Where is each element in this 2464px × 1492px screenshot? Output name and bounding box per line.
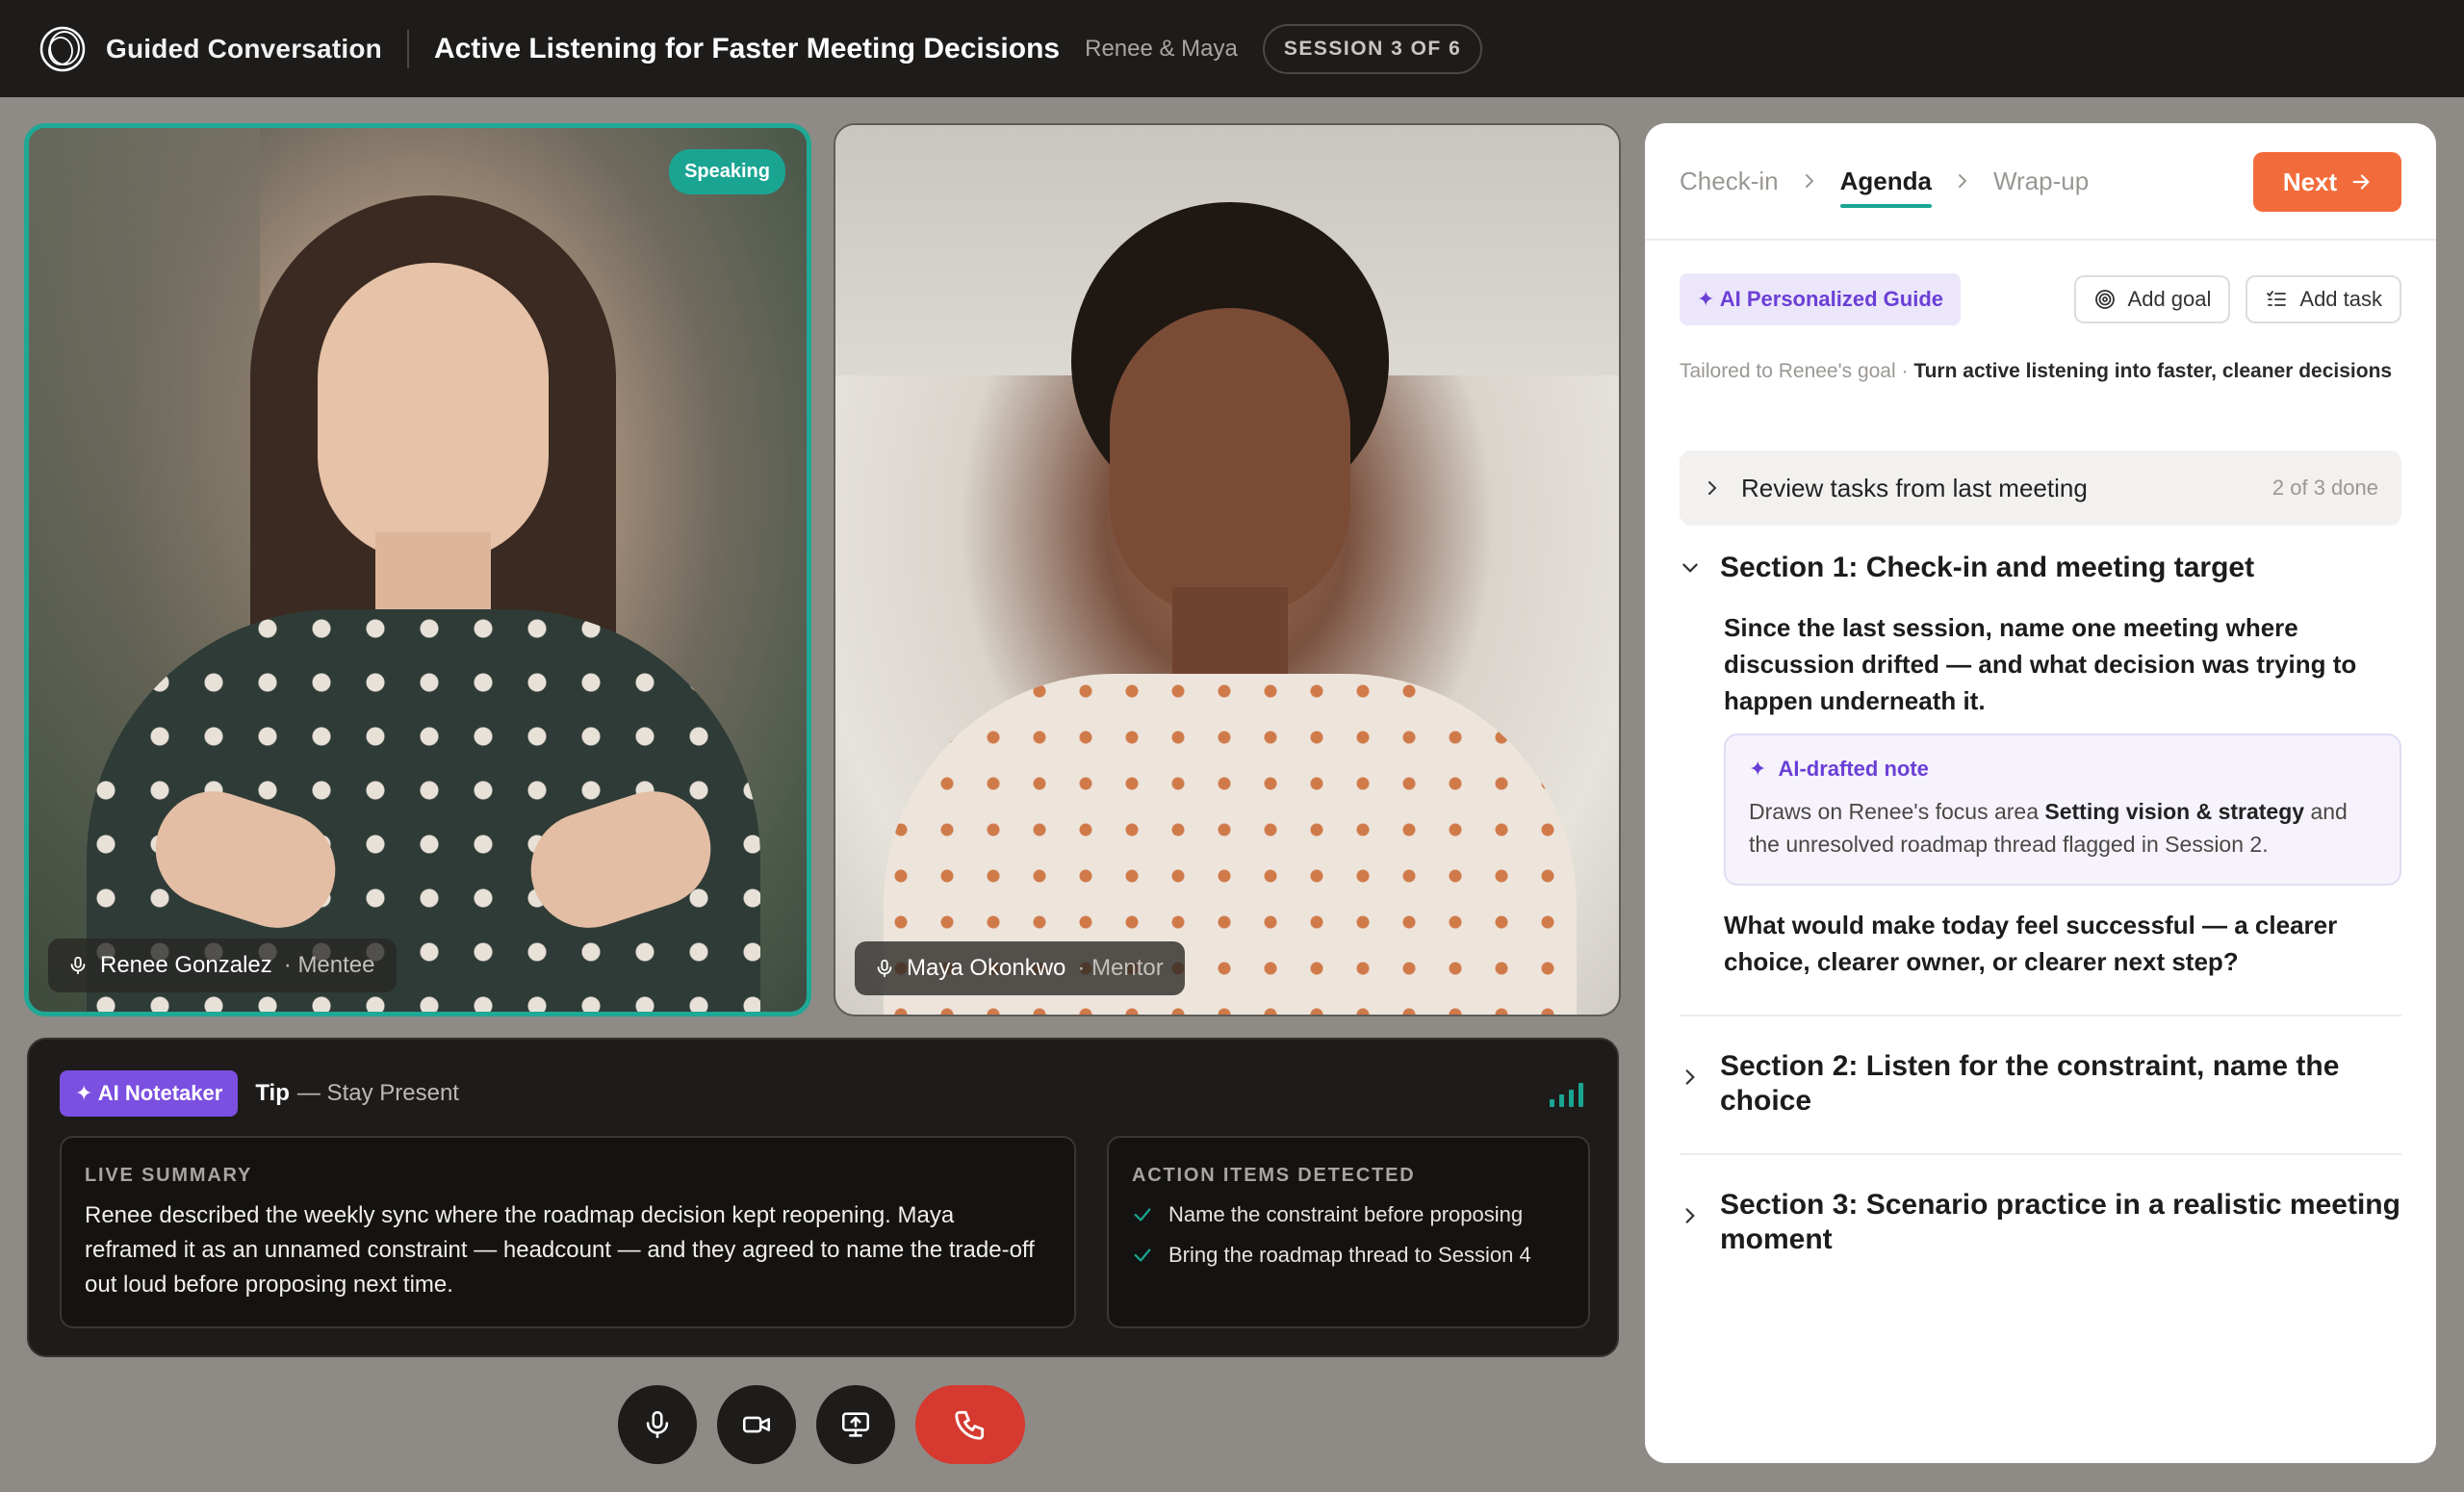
ai-note-title: ✦ AI-drafted note — [1749, 757, 2376, 782]
ai-note-text: Draws on Renee's focus area Setting visi… — [1749, 795, 2376, 861]
guide-toolbar: ✦ AI Personalized Guide Add goal Add tas… — [1680, 272, 2401, 326]
person-face — [1110, 308, 1350, 616]
live-summary-text: Renee described the weekly sync where th… — [85, 1202, 1035, 1298]
chevron-right-icon — [1708, 481, 1717, 495]
video-tile-renee[interactable]: Speaking Renee Gonzalez · Mentee — [24, 123, 811, 1016]
target-icon — [2094, 290, 2115, 309]
top-bar: Guided Conversation Active Listening for… — [0, 0, 2464, 97]
section-1-question: Since the last session, name one meeting… — [1724, 613, 2357, 715]
check-icon — [1134, 1248, 1151, 1262]
section-2-header[interactable]: Section 2: Listen for the constraint, na… — [1680, 1049, 2401, 1119]
app-name: Guided Conversation — [106, 33, 382, 64]
mic-icon — [646, 1410, 669, 1439]
chevron-right-icon — [1958, 174, 1967, 188]
speaking-badge: Speaking — [669, 149, 785, 194]
action-items-box: ACTION ITEMS DETECTED Name the constrain… — [1107, 1136, 1590, 1328]
tip-text: — Stay Present — [296, 1080, 459, 1106]
add-goal-label: Add goal — [2127, 287, 2212, 311]
mic-icon — [70, 956, 86, 975]
end-call-button[interactable] — [915, 1385, 1025, 1464]
action-items-label: ACTION ITEMS DETECTED — [1132, 1165, 1416, 1186]
session-badge: SESSION 3 OF 6 — [1262, 23, 1483, 74]
section-1-header[interactable]: Section 1: Check-in and meeting target — [1680, 551, 2254, 585]
add-task-button[interactable]: Add task — [2246, 275, 2401, 323]
ai-note-title-text: AI-drafted note — [1778, 757, 1929, 781]
ai-note-focus-area: Setting vision & strategy — [2044, 799, 2305, 824]
participant-role: · Mentor — [1077, 955, 1164, 981]
tailored-goal: Turn active listening into faster, clean… — [1913, 360, 2393, 382]
section-1-question-2: What would make today feel successful — … — [1724, 911, 2338, 976]
participant-role: · Mentee — [283, 952, 375, 978]
live-summary-label: LIVE SUMMARY — [85, 1165, 253, 1186]
action-item: Name the constraint before proposing — [1132, 1202, 1565, 1227]
add-goal-button[interactable]: Add goal — [2073, 275, 2231, 323]
screen-share-icon — [841, 1412, 870, 1437]
top-divider — [406, 29, 409, 68]
person-face — [318, 263, 549, 561]
tip-label: Tip — [255, 1080, 290, 1106]
call-controls — [618, 1385, 1025, 1464]
chevron-right-icon — [1805, 174, 1814, 188]
chevron-right-icon — [1685, 1208, 1695, 1223]
participants-label: Renee & Maya — [1085, 35, 1238, 62]
task-list-icon — [2267, 291, 2287, 306]
mute-button[interactable] — [618, 1385, 697, 1464]
sparkle-icon: ✦ — [1749, 757, 1767, 781]
camera-icon — [742, 1416, 771, 1433]
phone-end-icon — [955, 1410, 985, 1440]
participant-name: Renee Gonzalez — [100, 952, 272, 978]
ai-note-text-pre: Draws on Renee's focus area — [1749, 799, 2039, 824]
action-item-text: Bring the roadmap thread to Session 4 — [1168, 1243, 1531, 1267]
next-button-label: Next — [2282, 167, 2338, 196]
ai-personalized-guide-badge: ✦ AI Personalized Guide — [1680, 273, 1962, 325]
guide-actions: Add goal Add task — [2073, 275, 2401, 323]
section-2-title: Section 2: Listen for the constraint, na… — [1720, 1050, 2340, 1117]
step-agenda[interactable]: Agenda — [1839, 167, 1933, 208]
tailored-prefix: Tailored to Renee's goal · — [1680, 360, 1909, 382]
tailored-goal-text: Tailored to Renee's goal · Turn active l… — [1680, 354, 2401, 389]
ai-notetaker-badge: ✦ AI Notetaker — [60, 1070, 239, 1117]
mic-icon — [877, 959, 892, 978]
review-tasks-row[interactable]: Review tasks from last meeting 2 of 3 do… — [1680, 450, 2401, 526]
chevron-down-icon — [1682, 563, 1698, 573]
session-title: Active Listening for Faster Meeting Deci… — [433, 32, 1061, 64]
guide-side-panel: Check-in Agenda Wrap-up Next ✦ AI Person… — [1645, 123, 2436, 1463]
next-button[interactable]: Next — [2253, 152, 2401, 212]
name-tag-renee: Renee Gonzalez · Mentee — [48, 939, 397, 992]
camera-button[interactable] — [717, 1385, 796, 1464]
check-icon — [1134, 1208, 1151, 1222]
ai-drafted-note: ✦ AI-drafted note Draws on Renee's focus… — [1724, 733, 2401, 886]
section-3-title: Section 3: Scenario practice in a realis… — [1720, 1189, 2400, 1255]
review-tasks-count: 2 of 3 done — [2272, 476, 2378, 500]
notetaker-header: ✦ AI Notetaker Tip — Stay Present — [60, 1070, 459, 1117]
ai-notetaker-panel: ✦ AI Notetaker Tip — Stay Present LIVE S… — [27, 1038, 1619, 1357]
section-3-header[interactable]: Section 3: Scenario practice in a realis… — [1680, 1188, 2401, 1257]
chevron-right-icon — [1685, 1069, 1695, 1085]
step-wrap-up[interactable]: Wrap-up — [1993, 167, 2089, 196]
logo-icon — [39, 26, 86, 71]
arrow-right-icon — [2352, 174, 2370, 190]
section-1-title: Section 1: Check-in and meeting target — [1720, 552, 2255, 583]
action-item: Bring the roadmap thread to Session 4 — [1132, 1243, 1565, 1268]
add-task-label: Add task — [2299, 287, 2382, 311]
video-tile-maya[interactable]: Maya Okonkwo · Mentor — [834, 123, 1621, 1016]
review-tasks-label: Review tasks from last meeting — [1741, 473, 2088, 502]
step-navigation: Check-in Agenda Wrap-up Next — [1645, 123, 2436, 241]
divider — [1680, 1015, 2401, 1016]
signal-bars-icon — [1550, 1083, 1583, 1107]
divider — [1680, 1153, 2401, 1155]
name-tag-maya: Maya Okonkwo · Mentor — [855, 941, 1185, 995]
action-item-text: Name the constraint before proposing — [1168, 1202, 1524, 1226]
step-check-in[interactable]: Check-in — [1680, 167, 1779, 196]
live-summary-box: LIVE SUMMARY Renee described the weekly … — [60, 1136, 1076, 1328]
screen-share-button[interactable] — [816, 1385, 895, 1464]
participant-name: Maya Okonkwo — [907, 955, 1066, 981]
